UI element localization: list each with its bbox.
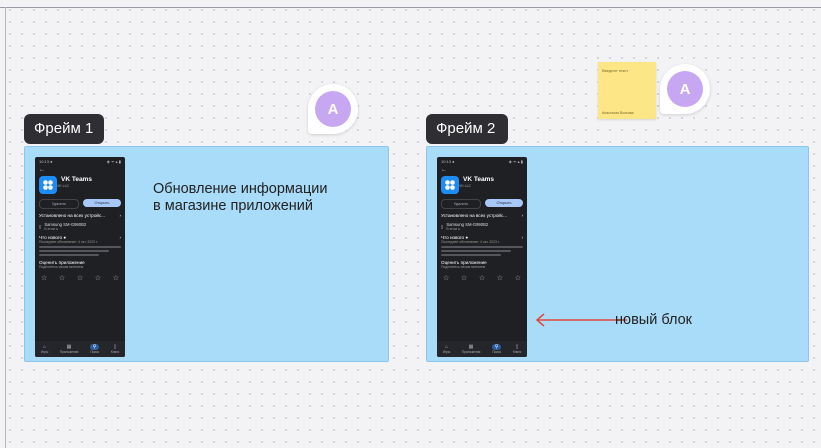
- phone-bottom-nav: ⌂ Игры ▦ Приложения ⚲ Поиск ▯ Книги: [437, 341, 527, 357]
- star-icon: ☆: [41, 275, 48, 282]
- sticky-note-author: Анастасия Волкова: [602, 111, 634, 115]
- star-icon: ☆: [112, 275, 119, 282]
- text-line: [39, 254, 99, 256]
- collaborator-cursor[interactable]: A: [660, 64, 710, 114]
- nav-label: Приложения: [59, 350, 79, 354]
- star-icon: ☆: [514, 275, 521, 282]
- text-line: [39, 246, 121, 248]
- phone-device-icon: ▯: [39, 224, 42, 229]
- rate-sub: Поделитесь своим мнением: [39, 265, 84, 269]
- chevron-right-icon: ›: [521, 213, 523, 218]
- app-buttons: Удалить Открыть: [437, 199, 527, 209]
- phone-device-icon: ▯: [441, 224, 444, 229]
- installed-title: Установлено на всех устройс...: [441, 213, 508, 218]
- nav-games: ⌂ Игры: [443, 344, 451, 354]
- nav-label: Приложения: [461, 350, 481, 354]
- frame-2[interactable]: 10:13 ● ◈ ᯤ ▴ ▮ ← VK Teams VK LLC Удалит…: [426, 146, 809, 362]
- phone-screenshot-1[interactable]: 10:13 ● ◈ ᯤ ▴ ▮ ← VK Teams VK LLC Удалит…: [35, 157, 125, 357]
- app-name: VK Teams: [61, 176, 92, 183]
- nav-label: Поиск: [492, 350, 502, 354]
- nav-label: Игры: [40, 350, 49, 354]
- sticky-note-text: Введите текст: [602, 68, 629, 73]
- open-button: Открыть: [83, 199, 121, 207]
- collaborator-cursor[interactable]: A: [308, 84, 358, 134]
- phone-time: 10:13 ●: [39, 159, 53, 164]
- nav-search: ⚲ Поиск: [89, 344, 100, 354]
- nav-games: ⌂ Игры: [41, 344, 49, 354]
- rating-stars: ☆ ☆ ☆ ☆ ☆: [35, 274, 125, 282]
- star-icon: ☆: [58, 275, 66, 282]
- phone-status-bar: 10:13 ● ◈ ᯤ ▴ ▮: [35, 157, 125, 167]
- canvas-left-border: [5, 7, 6, 448]
- avatar: A: [315, 91, 351, 127]
- whats-new-date: Последнее обновление: 4 окт. 2023 г.: [441, 240, 500, 244]
- open-button: Открыть: [485, 199, 523, 207]
- vk-teams-logo-icon: [39, 176, 57, 194]
- text-line: [441, 246, 523, 248]
- chevron-right-icon: ›: [119, 213, 121, 218]
- device-row: ▯ Samsung SM-G990B2 В этом ●: [35, 222, 125, 231]
- frame-1[interactable]: 10:13 ● ◈ ᯤ ▴ ▮ ← VK Teams VK LLC Удалит…: [24, 146, 389, 362]
- vk-teams-logo-icon: [441, 176, 459, 194]
- frame-1-label[interactable]: Фрейм 1: [24, 114, 104, 144]
- delete-button: Удалить: [441, 199, 481, 209]
- nav-books: ▯ Книги: [513, 344, 521, 354]
- star-icon: ☆: [496, 275, 504, 282]
- installed-section: Установлено на всех устройс... ›: [35, 213, 125, 218]
- text-line: [441, 254, 501, 256]
- chevron-right-icon: ›: [521, 235, 523, 240]
- phone-signal-icons: ◈ ᯤ ▴ ▮: [106, 159, 121, 164]
- phone-screenshot-2[interactable]: 10:13 ● ◈ ᯤ ▴ ▮ ← VK Teams VK LLC Удалит…: [437, 157, 527, 357]
- phone-signal-icons: ◈ ᯤ ▴ ▮: [508, 159, 523, 164]
- canvas-top-border: [0, 7, 821, 8]
- device-row: ▯ Samsung SM-G990B2 В этом ●: [437, 222, 527, 231]
- installed-title: Установлено на всех устройс...: [39, 213, 106, 218]
- phone-bottom-nav: ⌂ Игры ▦ Приложения ⚲ Поиск ▯ Книги: [35, 341, 125, 357]
- nav-apps: ▦ Приложения: [60, 344, 79, 354]
- whats-new-date: Последнее обновление: 4 окт. 2023 г.: [39, 240, 98, 244]
- star-icon: ☆: [443, 275, 450, 282]
- star-icon: ☆: [94, 275, 102, 282]
- phone-time: 10:13 ●: [441, 159, 455, 164]
- star-icon: ☆: [478, 275, 486, 282]
- frame-1-note-line-1: Обновление информации: [153, 181, 328, 197]
- device-sub: В этом ●: [446, 227, 460, 231]
- star-icon: ☆: [76, 275, 84, 282]
- nav-books: ▯ Книги: [111, 344, 119, 354]
- frame-2-label[interactable]: Фрейм 2: [426, 114, 508, 144]
- nav-apps: ▦ Приложения: [462, 344, 481, 354]
- star-icon: ☆: [460, 275, 468, 282]
- app-developer: VK LLC: [57, 184, 70, 188]
- app-developer: VK LLC: [459, 184, 472, 188]
- nav-label: Игры: [442, 350, 451, 354]
- frame-2-annotation[interactable]: новый блок: [615, 312, 692, 329]
- frame-1-note-line-2: в магазине приложений: [153, 198, 313, 214]
- nav-search: ⚲ Поиск: [491, 344, 502, 354]
- rating-stars: ☆ ☆ ☆ ☆ ☆: [437, 274, 527, 282]
- nav-label: Книги: [110, 350, 120, 354]
- text-line: [39, 250, 109, 252]
- device-sub: В этом ●: [44, 227, 58, 231]
- nav-label: Поиск: [90, 350, 100, 354]
- back-arrow-icon: ←: [441, 167, 447, 173]
- text-line: [441, 250, 511, 252]
- chevron-right-icon: ›: [119, 235, 121, 240]
- frame-1-note[interactable]: Обновление информации в магазине приложе…: [153, 181, 327, 215]
- phone-status-bar: 10:13 ● ◈ ᯤ ▴ ▮: [437, 157, 527, 167]
- installed-section: Установлено на всех устройс... ›: [437, 213, 527, 218]
- app-header: VK Teams VK LLC: [437, 176, 527, 198]
- app-header: VK Teams VK LLC: [35, 176, 125, 198]
- app-name: VK Teams: [463, 176, 494, 183]
- rate-sub: Поделитесь своим мнением: [441, 265, 486, 269]
- back-arrow-icon: ←: [39, 167, 45, 173]
- avatar: A: [667, 71, 703, 107]
- delete-button: Удалить: [39, 199, 79, 209]
- sticky-note[interactable]: Введите текст Анастасия Волкова: [598, 62, 656, 119]
- nav-label: Книги: [512, 350, 522, 354]
- app-buttons: Удалить Открыть: [35, 199, 125, 209]
